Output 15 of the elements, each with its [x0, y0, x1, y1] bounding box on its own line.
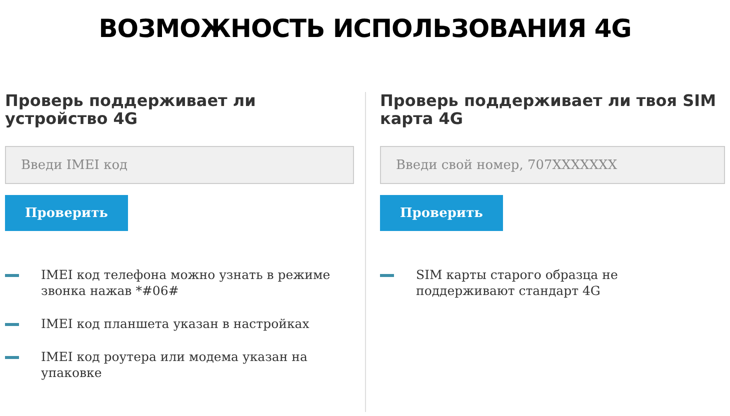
page-title: ВОЗМОЖНОСТЬ ИСПОЛЬЗОВАНИЯ 4G	[98, 13, 632, 44]
input-field[interactable]: Введи IMEI код	[5, 146, 354, 184]
input-field[interactable]: Введи свой номер, 707XXXXXXX	[380, 146, 725, 184]
section-heading: Проверь поддерживает ли твоя SIM карта 4G	[380, 92, 718, 130]
note-text: IMEI код планшета указан в настройках	[41, 316, 310, 332]
note-text: IMEI код телефона можно узнать в режиме звонка нажав *#06#	[41, 267, 332, 299]
dash-icon	[380, 274, 394, 277]
dash-icon	[5, 323, 19, 326]
note-text: IMEI код роутера или модема указан на упаковке	[41, 349, 308, 381]
section-heading: Проверь поддерживает ли устройство 4G	[5, 92, 257, 130]
dash-icon	[5, 274, 19, 277]
dash-icon	[5, 356, 19, 359]
note-text: SIM карты старого образца не поддерживают стандарт 4G	[416, 267, 619, 299]
check-button[interactable]: Проверить	[380, 195, 503, 231]
check-button[interactable]: Проверить	[5, 195, 128, 231]
